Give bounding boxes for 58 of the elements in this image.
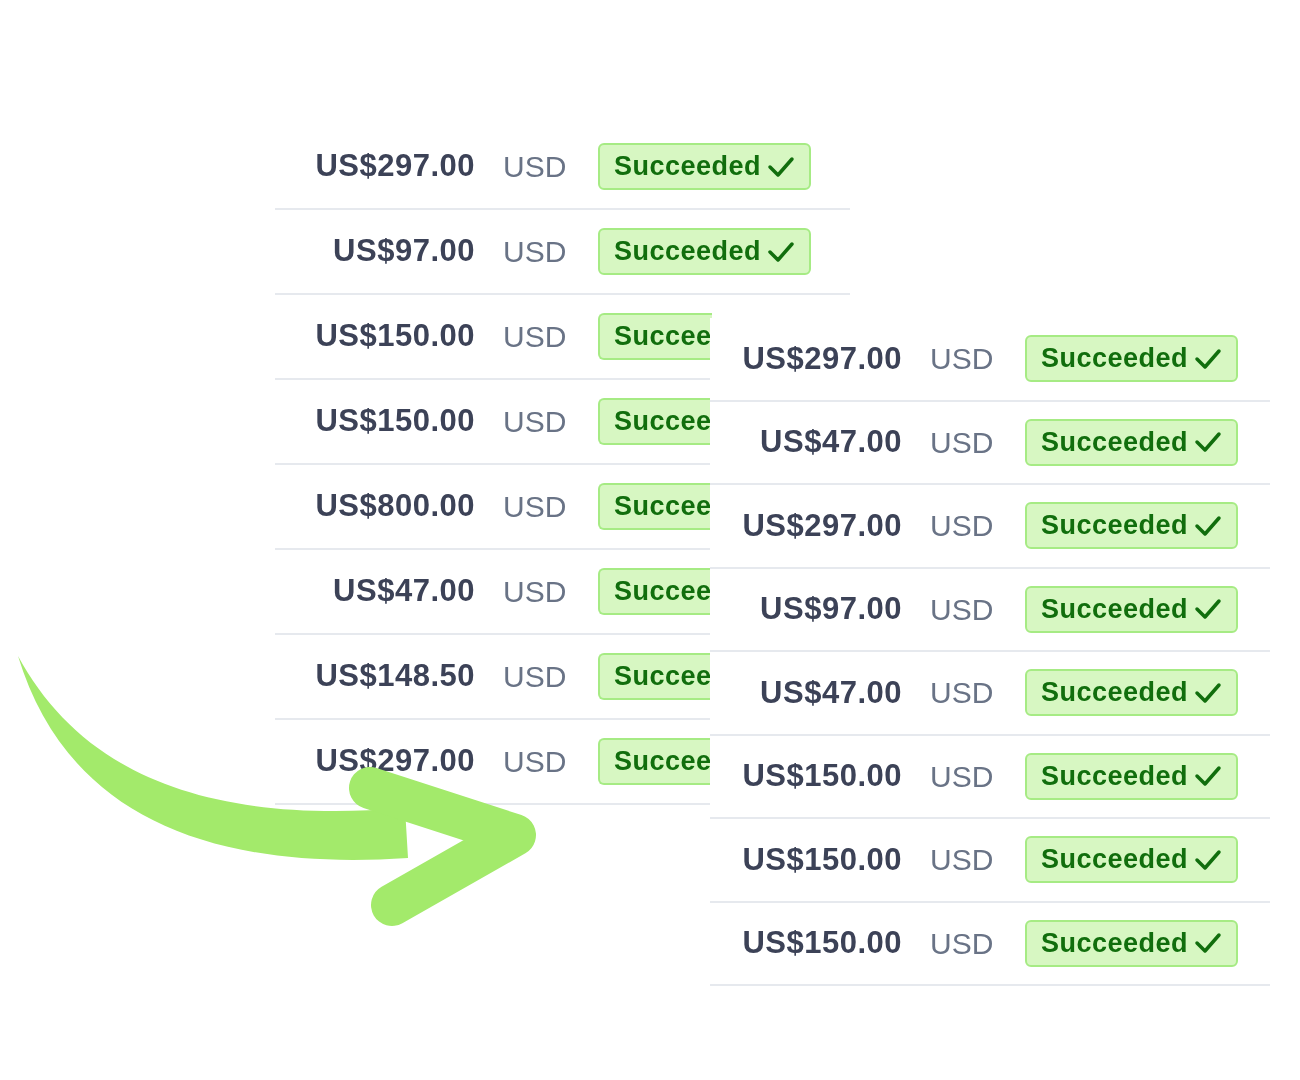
amount: US$150.00	[741, 757, 902, 795]
check-icon	[1194, 764, 1223, 789]
status-badge: Succeeded	[1025, 502, 1239, 550]
amount: US$148.50	[314, 657, 475, 696]
currency: USD	[930, 758, 995, 795]
currency: USD	[930, 591, 995, 628]
currency: USD	[503, 489, 568, 525]
currency: USD	[930, 508, 995, 545]
amount: US$150.00	[741, 840, 902, 879]
check-icon	[1194, 346, 1223, 371]
currency: USD	[930, 842, 995, 879]
amount: US$47.00	[759, 673, 902, 712]
status-badge: Succee	[598, 737, 712, 786]
amount: US$97.00	[759, 590, 902, 628]
amount: US$297.00	[314, 147, 475, 186]
status-badge: Succee	[598, 652, 712, 701]
amount: US$97.00	[332, 232, 475, 271]
status-badge: Succeeded	[1025, 585, 1239, 633]
amount: US$47.00	[759, 423, 902, 461]
currency: USD	[503, 659, 568, 695]
amount: US$47.00	[332, 572, 475, 611]
check-icon	[1194, 597, 1223, 622]
check-icon	[767, 154, 796, 179]
currency: USD	[930, 675, 995, 712]
check-icon	[1194, 931, 1223, 956]
status-badge: Succeeded	[1025, 752, 1239, 800]
amount: US$297.00	[741, 506, 902, 545]
amount: US$297.00	[741, 339, 902, 378]
currency: USD	[503, 149, 568, 185]
status-badge: Succee	[598, 482, 712, 531]
status-badge: Succeeded	[1025, 836, 1239, 884]
status-badge: Succee	[598, 397, 712, 446]
status-badge: Succeeded	[598, 227, 812, 276]
status-badge: Succee	[598, 312, 712, 361]
currency: USD	[930, 424, 995, 461]
amount: US$297.00	[314, 742, 475, 781]
status-badge: Succeeded	[1025, 669, 1239, 717]
amount: US$150.00	[741, 924, 902, 962]
check-icon	[1194, 847, 1223, 872]
currency: USD	[503, 574, 568, 610]
amount: US$800.00	[314, 487, 475, 526]
status-badge: Succeeded	[1025, 418, 1239, 466]
check-icon	[1194, 430, 1223, 455]
amount: US$150.00	[314, 317, 475, 356]
check-icon	[1194, 680, 1223, 705]
status-badge: Succeeded	[598, 142, 812, 191]
check-icon	[767, 239, 796, 264]
currency: USD	[503, 744, 568, 780]
status-badge: Succeeded	[1025, 919, 1239, 967]
currency: USD	[503, 319, 568, 355]
currency: USD	[503, 404, 568, 440]
currency: USD	[930, 341, 995, 378]
check-icon	[1194, 513, 1223, 538]
status-badge: Succee	[598, 567, 712, 616]
amount: US$150.00	[314, 402, 475, 441]
currency: USD	[503, 234, 568, 270]
currency: USD	[930, 925, 995, 962]
status-badge: Succeeded	[1025, 335, 1239, 383]
